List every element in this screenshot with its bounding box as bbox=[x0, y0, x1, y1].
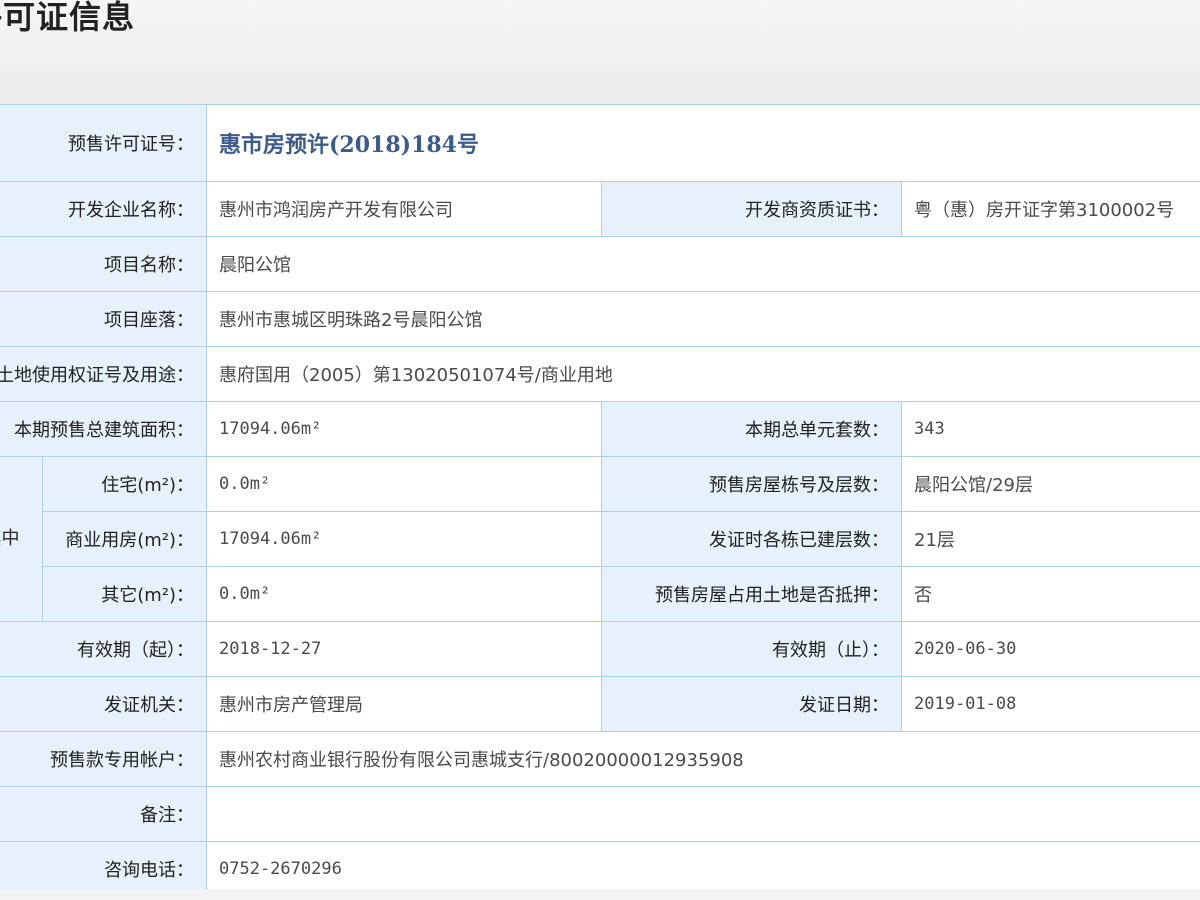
table-row: 有效期（起）： 2018-12-27 有效期（止）： 2020-06-30 bbox=[0, 621, 1200, 677]
building-label: 预售房屋栋号及层数： bbox=[601, 456, 902, 512]
developer-value: 惠州市鸿润房产开发有限公司 bbox=[206, 181, 602, 237]
license-info-table: 预售许可证号： 惠市房预许(2018)184号 开发企业名称： 惠州市鸿润房产开… bbox=[0, 104, 1200, 897]
commercial-label: 商业用房(m²)： bbox=[42, 511, 207, 567]
page-header: 许可证信息 bbox=[0, 0, 1200, 104]
issue-date-label: 发证日期： bbox=[601, 676, 902, 732]
total-units-value: 343 bbox=[900, 401, 1200, 457]
issuer-value: 惠州市房产管理局 bbox=[206, 676, 602, 732]
mortgage-value: 否 bbox=[900, 566, 1200, 622]
table-row: 土地使用权证号及用途： 惠府国用（2005）第13020501074号/商业用地 bbox=[0, 346, 1200, 402]
cert-no-label: 预售许可证号： bbox=[0, 104, 207, 182]
account-value: 惠州农村商业银行股份有限公司惠城支行/80020000012935908 bbox=[205, 731, 1200, 787]
residential-label: 住宅(m²)： bbox=[42, 456, 207, 512]
table-row: 其中 住宅(m²)： 0.0m² 预售房屋栋号及层数： 晨阳公馆/29层 bbox=[0, 456, 1200, 622]
valid-to-value: 2020-06-30 bbox=[900, 621, 1200, 677]
table-row: 商业用房(m²)： 17094.06m² 发证时各栋已建层数： 21层 bbox=[0, 511, 1200, 567]
account-label: 预售款专用帐户： bbox=[0, 731, 207, 787]
table-row: 备注： bbox=[0, 786, 1200, 842]
total-area-label: 本期预售总建筑面积： bbox=[0, 401, 207, 457]
table-row: 发证机关： 惠州市房产管理局 发证日期： 2019-01-08 bbox=[0, 676, 1200, 732]
commercial-value: 17094.06m² bbox=[206, 511, 602, 567]
table-row: 开发企业名称： 惠州市鸿润房产开发有限公司 开发商资质证书： 粤（惠）房开证字第… bbox=[0, 181, 1200, 237]
project-name-value: 晨阳公馆 bbox=[205, 236, 1200, 292]
remarks-value bbox=[205, 786, 1200, 842]
bottom-strip bbox=[0, 889, 1200, 900]
issue-date-value: 2019-01-08 bbox=[900, 676, 1200, 732]
valid-from-label: 有效期（起）： bbox=[0, 621, 207, 677]
valid-to-label: 有效期（止）： bbox=[601, 621, 902, 677]
other-area-value: 0.0m² bbox=[206, 566, 602, 622]
building-value: 晨阳公馆/29层 bbox=[900, 456, 1200, 512]
mortgage-label: 预售房屋占用土地是否抵押： bbox=[601, 566, 902, 622]
table-row: 项目名称： 晨阳公馆 bbox=[0, 236, 1200, 292]
project-name-label: 项目名称： bbox=[0, 236, 207, 292]
built-floors-label: 发证时各栋已建层数： bbox=[601, 511, 902, 567]
page-title: 许可证信息 bbox=[0, 0, 136, 36]
other-area-label: 其它(m²)： bbox=[42, 566, 207, 622]
total-area-value: 17094.06m² bbox=[206, 401, 602, 457]
cert-no-value: 惠市房预许(2018)184号 bbox=[205, 104, 1200, 182]
developer-label: 开发企业名称： bbox=[0, 181, 207, 237]
project-location-value: 惠州市惠城区明珠路2号晨阳公馆 bbox=[205, 291, 1200, 347]
table-row: 预售款专用帐户： 惠州农村商业银行股份有限公司惠城支行/800200000129… bbox=[0, 731, 1200, 787]
qualification-value: 粤（惠）房开证字第3100002号 bbox=[900, 181, 1200, 237]
valid-from-value: 2018-12-27 bbox=[206, 621, 602, 677]
remarks-label: 备注： bbox=[0, 786, 207, 842]
table-row: 预售许可证号： 惠市房预许(2018)184号 bbox=[0, 104, 1200, 182]
residential-value: 0.0m² bbox=[206, 456, 602, 512]
land-cert-value: 惠府国用（2005）第13020501074号/商业用地 bbox=[205, 346, 1200, 402]
total-units-label: 本期总单元套数： bbox=[601, 401, 902, 457]
project-location-label: 项目座落： bbox=[0, 291, 207, 347]
table-row: 其它(m²)： 0.0m² 预售房屋占用土地是否抵押： 否 bbox=[0, 566, 1200, 622]
issuer-label: 发证机关： bbox=[0, 676, 207, 732]
table-row: 项目座落： 惠州市惠城区明珠路2号晨阳公馆 bbox=[0, 291, 1200, 347]
table-row: 本期预售总建筑面积： 17094.06m² 本期总单元套数： 343 bbox=[0, 401, 1200, 457]
land-cert-label: 土地使用权证号及用途： bbox=[0, 346, 207, 402]
built-floors-value: 21层 bbox=[900, 511, 1200, 567]
breakdown-side-label: 其中 bbox=[0, 456, 43, 622]
qualification-label: 开发商资质证书： bbox=[601, 181, 902, 237]
